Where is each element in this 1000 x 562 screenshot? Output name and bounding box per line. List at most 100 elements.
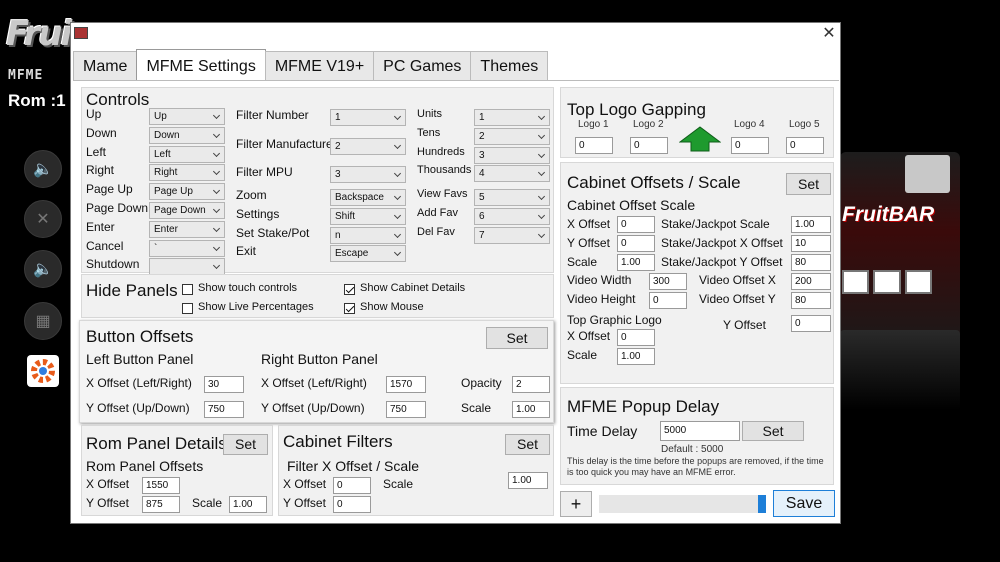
progress-handle[interactable] [758, 495, 766, 513]
popup-delay-set-button[interactable]: Set [742, 421, 804, 441]
page-down-select[interactable]: Page Down [149, 202, 225, 219]
right-x-input[interactable]: 1570 [386, 376, 426, 393]
filter-y-input[interactable]: 0 [333, 496, 371, 513]
filter-x-input[interactable]: 0 [333, 477, 371, 494]
left-select[interactable]: Left [149, 145, 225, 163]
right-label: Right [86, 163, 115, 178]
cancel-select[interactable]: ` [149, 239, 225, 257]
down-select[interactable]: Down [149, 126, 225, 144]
progress-track [599, 495, 766, 513]
cab-scale-input[interactable]: 1.00 [617, 254, 655, 271]
filter-mpu-select[interactable]: 3 [330, 166, 406, 183]
graphic-scale-input[interactable]: 1.00 [617, 348, 655, 365]
close-icon[interactable]: ✕ [819, 25, 839, 43]
cab-y-label: Y Offset [567, 236, 610, 250]
tab-mfme-v19[interactable]: MFME V19+ [264, 51, 375, 81]
hundreds-select[interactable]: 3 [474, 146, 550, 164]
cabinet-filters-set-button[interactable]: Set [505, 434, 550, 455]
left-x-input[interactable]: 30 [204, 376, 244, 393]
scale-input[interactable]: 1.00 [512, 401, 550, 418]
left-y-input[interactable]: 750 [204, 401, 244, 418]
logo-2-label: Logo 2 [633, 119, 664, 130]
graphic-x-input[interactable]: 0 [617, 329, 655, 346]
view-favs-select[interactable]: 5 [474, 189, 550, 206]
mute-icon[interactable]: ✕ [24, 200, 62, 238]
stake-scale-input[interactable]: 1.00 [791, 216, 831, 233]
controls-panel: Controls Up Up Down Down Left Left Right Right P… [81, 87, 554, 276]
enter-select[interactable]: Enter [149, 220, 225, 238]
rom-scale-label: Scale [192, 496, 223, 510]
zoom-select[interactable]: Backspace [330, 189, 406, 206]
cabinet-title: FruitBAR [842, 203, 935, 226]
top-logo-title: Top Logo Gapping [567, 100, 706, 119]
logo-4-input[interactable]: 0 [786, 137, 824, 154]
stake-x-input[interactable]: 10 [791, 235, 831, 252]
filter-number-select[interactable]: 1 [330, 109, 406, 126]
exit-select[interactable]: Escape [330, 245, 406, 263]
app-subtitle: MFME [8, 68, 44, 83]
settings-window: ✕ Mame MFME Settings MFME V19+ PC Games … [70, 22, 841, 524]
video-height-input[interactable]: 0 [649, 292, 687, 309]
thousands-label: Thousands [417, 164, 472, 177]
filter-x-label: X Offset [283, 477, 327, 491]
volume-down-icon[interactable]: 🔈 [24, 250, 62, 288]
graphic-y-input[interactable]: 0 [791, 315, 831, 332]
shutdown-label: Shutdown [86, 257, 140, 272]
cabinet-offsets-panel: Cabinet Offsets / Scale Set Cabinet Offs… [560, 162, 834, 384]
touch-controls-checkbox[interactable] [182, 284, 193, 295]
logo-1-input[interactable]: 0 [575, 137, 613, 154]
graphic-x-label: X Offset [567, 329, 611, 343]
chip-icon[interactable]: ▦ [24, 302, 62, 340]
tens-select[interactable]: 2 [474, 127, 550, 145]
button-offsets-set-button[interactable]: Set [486, 327, 548, 349]
up-label: Up [86, 107, 102, 121]
add-fav-select[interactable]: 6 [474, 207, 550, 225]
set-stake-pot-label: Set Stake/Pot [236, 225, 310, 240]
cab-x-input[interactable]: 0 [617, 216, 655, 233]
set-stake-pot-select[interactable]: n [330, 226, 406, 244]
tab-mame[interactable]: Mame [73, 51, 138, 81]
tab-pc-games[interactable]: PC Games [373, 51, 472, 81]
volume-icon[interactable]: 🔈 [24, 150, 62, 188]
rom-y-input[interactable]: 875 [142, 496, 180, 513]
zoom-label: Zoom [236, 188, 267, 202]
video-width-label: Video Width [567, 273, 632, 287]
opacity-input[interactable]: 2 [512, 376, 550, 393]
filter-manufacture-select[interactable]: 2 [330, 137, 406, 155]
save-button[interactable]: Save [773, 490, 835, 517]
video-x-input[interactable]: 200 [791, 273, 831, 290]
tab-themes[interactable]: Themes [470, 51, 549, 81]
show-mouse-checkbox[interactable] [344, 303, 355, 314]
rom-scale-input[interactable]: 1.00 [229, 496, 267, 513]
video-width-input[interactable]: 300 [649, 273, 687, 290]
up-select[interactable]: Up [149, 108, 225, 125]
hide-panels-title: Hide Panels [86, 281, 178, 300]
rom-x-input[interactable]: 1550 [142, 477, 180, 494]
time-delay-input[interactable]: 5000 [660, 421, 740, 441]
add-button[interactable]: + [560, 491, 592, 517]
settings-gear-icon[interactable] [27, 355, 59, 387]
shutdown-select[interactable] [149, 258, 225, 276]
arrow-up-icon[interactable] [679, 126, 721, 152]
popup-delay-panel: MFME Popup Delay Time Delay 5000 Set Def… [560, 387, 834, 485]
stake-y-input[interactable]: 80 [791, 254, 831, 271]
filter-scale-input[interactable]: 1.00 [508, 472, 548, 489]
cab-y-input[interactable]: 0 [617, 235, 655, 252]
rom-panel-set-button[interactable]: Set [223, 434, 268, 455]
right-y-input[interactable]: 750 [386, 401, 426, 418]
cabinet-offsets-set-button[interactable]: Set [786, 173, 831, 195]
thousands-select[interactable]: 4 [474, 165, 550, 183]
video-y-label: Video Offset Y [699, 292, 776, 306]
live-percentages-checkbox[interactable] [182, 303, 193, 314]
cabinet-details-checkbox[interactable] [344, 284, 355, 295]
tab-mfme-settings[interactable]: MFME Settings [136, 49, 266, 81]
logo-2-input[interactable]: 0 [630, 137, 668, 154]
video-y-input[interactable]: 80 [791, 292, 831, 309]
right-select[interactable]: Right [149, 164, 225, 182]
del-fav-select[interactable]: 7 [474, 226, 550, 244]
units-select[interactable]: 1 [474, 109, 550, 126]
popup-delay-title: MFME Popup Delay [567, 397, 720, 416]
logo-3-input[interactable]: 0 [731, 137, 769, 154]
page-up-select[interactable]: Page Up [149, 183, 225, 201]
settings-select[interactable]: Shift [330, 207, 406, 225]
